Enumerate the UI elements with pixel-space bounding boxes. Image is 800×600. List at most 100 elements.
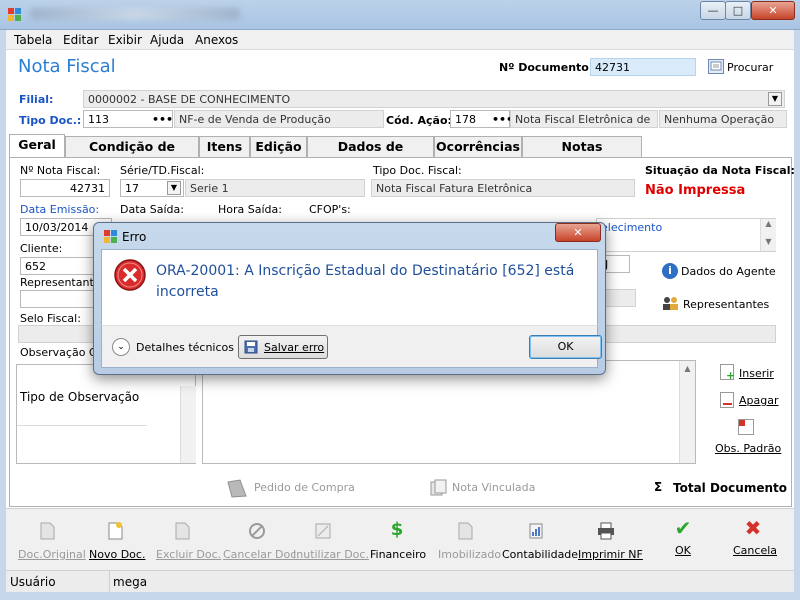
cliente-input[interactable]: 652 bbox=[20, 257, 100, 275]
ok-button[interactable]: OK bbox=[675, 544, 691, 557]
error-dialog-titlebar: Erro ✕ bbox=[94, 223, 605, 249]
tab-notas-vinculadas[interactable]: Notas Vinculadas bbox=[522, 136, 642, 174]
chevron-down-icon[interactable]: ▼ bbox=[167, 181, 181, 195]
dados-agente-button[interactable]: Dados do Agente bbox=[681, 265, 776, 278]
error-dialog-body: ORA-20001: A Inscrição Estadual do Desti… bbox=[101, 249, 598, 325]
printer-icon bbox=[597, 522, 615, 540]
menu-bar: Tabela Editar Exibir Ajuda Anexos bbox=[6, 30, 794, 50]
obs-text-area[interactable] bbox=[202, 360, 696, 464]
hora-label: Hora Saída: bbox=[218, 203, 282, 216]
menu-editar[interactable]: Editar bbox=[63, 33, 99, 47]
nota-vinculada-button[interactable]: Nota Vinculada bbox=[452, 481, 535, 494]
tipo-fiscal-value: Nota Fiscal Fatura Eletrônica bbox=[371, 179, 635, 197]
cfop-scrollbar[interactable]: ▲ ▼ bbox=[760, 219, 776, 251]
status-user-label: Usuário bbox=[10, 575, 56, 589]
error-dialog-title: Erro bbox=[122, 230, 147, 244]
dialog-ok-button[interactable]: OK bbox=[529, 335, 602, 359]
tab-edicao[interactable]: Edição bbox=[250, 136, 307, 158]
app-icon bbox=[104, 230, 118, 244]
contabilidade-icon bbox=[527, 522, 545, 540]
obs-type-header-label: Tipo de Observação bbox=[20, 390, 140, 404]
menu-anexos[interactable]: Anexos bbox=[195, 33, 238, 47]
situacao-label: Situação da Nota Fiscal: bbox=[645, 164, 795, 177]
cod-acao-description: Nota Fiscal Eletrônica de bbox=[510, 110, 658, 128]
total-documento-button[interactable]: Total Documento bbox=[673, 481, 787, 495]
serie-description: Serie 1 bbox=[185, 179, 365, 197]
search-icon[interactable] bbox=[708, 59, 724, 74]
info-icon: i bbox=[662, 263, 678, 279]
checkmark-icon: ✔ bbox=[674, 516, 692, 540]
new-doc-button[interactable]: Novo Doc. bbox=[89, 548, 145, 561]
save-error-button[interactable]: Salvar erro bbox=[238, 335, 328, 359]
search-button[interactable]: Procurar bbox=[727, 61, 773, 74]
imobilizado-icon bbox=[456, 522, 474, 540]
save-disk-icon bbox=[244, 340, 258, 354]
cancel-doc-icon bbox=[248, 522, 266, 540]
financeiro-button[interactable]: Financeiro bbox=[370, 548, 426, 561]
filial-select[interactable]: 0000002 - BASE DE CONHECIMENTO bbox=[83, 90, 785, 108]
cfop-list[interactable]: elecimento bbox=[596, 218, 776, 252]
doc-number-input[interactable]: 42731 bbox=[590, 58, 696, 76]
delete-doc-icon bbox=[173, 522, 191, 540]
representante-extra bbox=[604, 289, 636, 307]
contabilidade-button[interactable]: Contabilidade bbox=[502, 548, 578, 561]
inserir-button[interactable]: Inserir bbox=[739, 367, 774, 380]
status-bar: Usuário mega bbox=[6, 570, 794, 593]
page-title: Nota Fiscal bbox=[18, 56, 116, 77]
imobilizado-button[interactable]: Imobilizado bbox=[438, 548, 501, 561]
error-message: ORA-20001: A Inscrição Estadual do Desti… bbox=[156, 263, 575, 300]
tab-condicao-venda[interactable]: Condição de Venda bbox=[65, 136, 199, 174]
maximize-button[interactable]: □ bbox=[725, 1, 751, 20]
doc-original-button[interactable]: Doc.Original bbox=[18, 548, 86, 561]
inutilizar-doc-button[interactable]: Inutilizar Doc. bbox=[293, 548, 369, 561]
imprimir-nf-button[interactable]: Imprimir NF bbox=[578, 548, 643, 561]
save-error-label: Salvar erro bbox=[264, 341, 325, 354]
menu-ajuda[interactable]: Ajuda bbox=[150, 33, 184, 47]
obs-padrao-button[interactable]: Obs. Padrão bbox=[715, 442, 781, 455]
nf-number-input[interactable]: 42731 bbox=[20, 179, 110, 197]
new-doc-icon bbox=[106, 522, 124, 540]
insert-icon: + bbox=[720, 364, 735, 381]
obs-type-scrollbar[interactable] bbox=[180, 386, 196, 463]
pedido-compra-button[interactable]: Pedido de Compra bbox=[254, 481, 355, 494]
situacao-value: Não Impressa bbox=[645, 183, 746, 198]
emissao-label: Data Emissão: bbox=[20, 203, 100, 216]
status-user-value: mega bbox=[113, 575, 148, 589]
filial-label: Filial: bbox=[19, 93, 54, 106]
tipo-doc-label: Tipo Doc.: bbox=[19, 114, 82, 127]
tipo-doc-description: NF-e de Venda de Produção bbox=[174, 110, 384, 128]
tab-geral[interactable]: Geral bbox=[9, 134, 65, 158]
chevron-down-icon[interactable]: ▼ bbox=[768, 92, 782, 106]
operacao-description: Nenhuma Operação bbox=[659, 110, 787, 128]
tab-itens[interactable]: Itens bbox=[199, 136, 250, 158]
delete-doc-button[interactable]: Excluir Doc. bbox=[156, 548, 221, 561]
tipo-fiscal-label: Tipo Doc. Fiscal: bbox=[373, 164, 462, 177]
cfop-label: CFOP's: bbox=[309, 203, 351, 216]
representantes-button[interactable]: Representantes bbox=[683, 298, 769, 311]
inutilizar-doc-icon bbox=[314, 522, 332, 540]
tab-ocorrencias[interactable]: Ocorrências bbox=[434, 136, 522, 158]
technical-details-toggle[interactable]: Detalhes técnicos bbox=[136, 341, 234, 354]
representante-input[interactable] bbox=[20, 290, 100, 308]
window-titlebar: — □ ✕ bbox=[0, 0, 800, 30]
chevron-down-icon[interactable]: ⌄ bbox=[112, 338, 130, 356]
status-divider bbox=[109, 571, 110, 593]
cancel-doc-button[interactable]: Cancelar Doc. bbox=[223, 548, 300, 561]
menu-tabela[interactable]: Tabela bbox=[14, 33, 52, 47]
obs-text-scrollbar[interactable]: ▲ bbox=[679, 361, 695, 463]
cancela-button[interactable]: Cancela bbox=[733, 544, 777, 557]
tab-dados-entrega[interactable]: Dados de Entrega bbox=[307, 136, 434, 174]
error-dialog-footer: ⌄ Detalhes técnicos Salvar erro OK bbox=[101, 325, 602, 368]
doc-original-icon bbox=[38, 522, 56, 540]
representantes-icon bbox=[662, 296, 680, 310]
close-button[interactable]: ✕ bbox=[751, 1, 795, 20]
obs-padrao-icon bbox=[738, 419, 754, 435]
apagar-button[interactable]: Apagar bbox=[739, 394, 779, 407]
dialog-close-button[interactable]: ✕ bbox=[555, 223, 601, 242]
nf-number-label: Nº Nota Fiscal: bbox=[20, 164, 101, 177]
delete-icon bbox=[720, 392, 734, 408]
tipo-doc-lookup-button[interactable]: ••• bbox=[152, 113, 173, 126]
minimize-button[interactable]: — bbox=[700, 1, 726, 20]
error-icon bbox=[114, 259, 146, 291]
menu-exibir[interactable]: Exibir bbox=[108, 33, 142, 47]
